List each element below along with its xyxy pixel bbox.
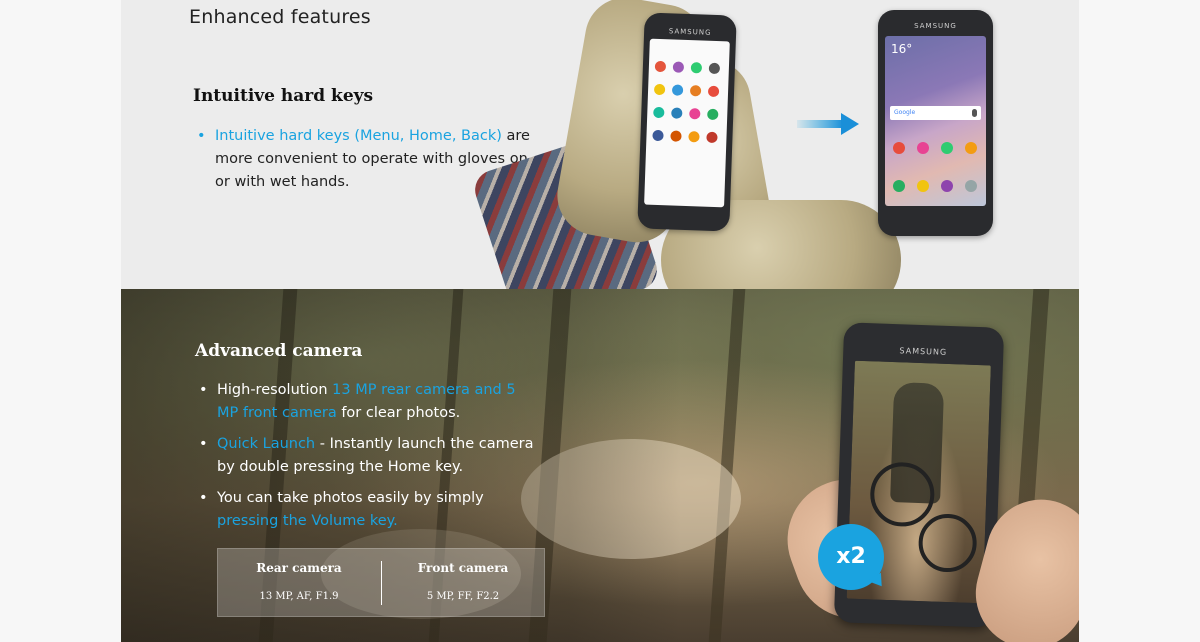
gloved-hands-image: SAMSUNG — [469, 0, 901, 289]
phone-brand: SAMSUNG — [899, 346, 948, 357]
quick-launch-highlight: Quick Launch — [217, 436, 316, 452]
camera-heading: Advanced camera — [195, 341, 363, 361]
hard-keys-section: Enhanced features Intuitive hard keys • … — [121, 0, 1079, 289]
list-item: • High-resolution 13 MP rear camera and … — [199, 379, 539, 425]
list-item: • You can take photos easily by simply p… — [199, 487, 539, 533]
camera-text: High-resolution — [217, 382, 333, 398]
home-screen: 16° Google — [885, 36, 986, 206]
app-icons — [652, 60, 721, 144]
spec-title: Front camera — [417, 561, 509, 575]
rear-camera-spec: Rear camera 13 MP, AF, F1.9 — [218, 549, 380, 616]
spec-title: Rear camera — [256, 561, 342, 575]
front-camera-spec: Front camera 5 MP, FF, F2.2 — [382, 549, 544, 616]
spec-value: 13 MP, AF, F1.9 — [259, 591, 339, 602]
phone-home-image: SAMSUNG 16° Google — [878, 10, 993, 236]
camera-text: You can take photos easily by simply — [217, 490, 484, 506]
bullet-icon: • — [199, 436, 208, 452]
camera-spec-table: Rear camera 13 MP, AF, F1.9 Front camera… — [217, 548, 545, 617]
volume-key-highlight: pressing the Volume key. — [217, 513, 398, 529]
home-app-icons — [893, 142, 977, 192]
phone-brand: SAMSUNG — [914, 22, 957, 30]
spec-value: 5 MP, FF, F2.2 — [426, 591, 500, 602]
bullet-icon: • — [197, 128, 206, 144]
phone-apps-image: SAMSUNG — [637, 12, 737, 232]
bullet-icon: • — [199, 382, 208, 398]
camera-list: • High-resolution 13 MP rear camera and … — [199, 379, 539, 541]
arrow-right-icon — [797, 113, 859, 135]
app-drawer-screen — [644, 38, 730, 208]
bullet-icon: • — [199, 490, 208, 506]
phone-brand: SAMSUNG — [668, 27, 712, 37]
clock-widget: 16° — [891, 42, 913, 56]
camera-section: Advanced camera • High-resolution 13 MP … — [121, 289, 1079, 642]
google-search-bar: Google — [890, 106, 981, 120]
page: Enhanced features Intuitive hard keys • … — [121, 0, 1079, 642]
google-logo: Google — [894, 109, 916, 116]
hard-keys-heading: Intuitive hard keys — [193, 86, 374, 106]
camera-text: for clear photos. — [336, 405, 461, 421]
hard-keys-highlight: Intuitive hard keys (Menu, Home, Back) — [215, 128, 502, 144]
page-title: Enhanced features — [189, 6, 371, 28]
bike-wheel — [917, 513, 978, 574]
list-item: • Quick Launch - Instantly launch the ca… — [199, 433, 539, 479]
mic-icon — [972, 109, 977, 117]
